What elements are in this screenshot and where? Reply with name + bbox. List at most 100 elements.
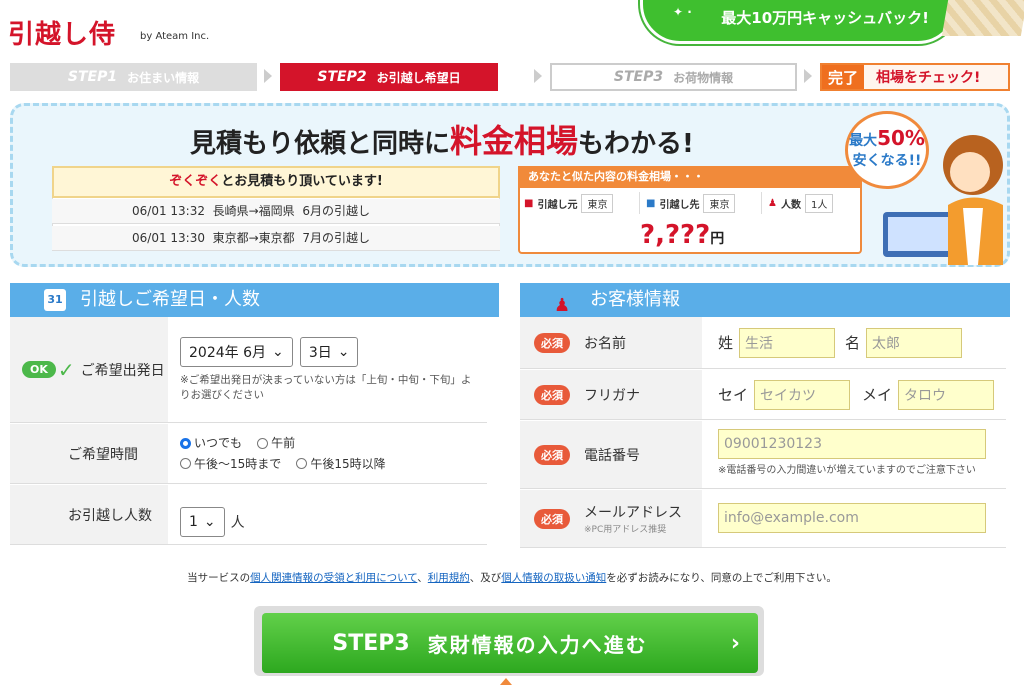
year-month-select[interactable]: 2024年 6月 ⌄ (180, 337, 293, 367)
people-row: お引越し人数 1 ⌄ 人 (10, 485, 487, 545)
step-1-sub: お住まい情報 (127, 70, 200, 85)
email-input[interactable]: info@example.com (718, 503, 986, 533)
cta-step: STEP3 (332, 630, 410, 656)
tel-input-cell: 09001230123 ※電話番号の入力間違いが増えていますのでご注意下さい (702, 421, 986, 488)
next-step-button[interactable]: STEP3 家財情報の入力へ進む › (262, 613, 758, 673)
ok-badge: OK (22, 361, 56, 378)
scroll-up-icon (500, 678, 512, 685)
rate-from-value: 東京 (581, 193, 614, 213)
rate-to-value: 東京 (703, 193, 736, 213)
last-name-input[interactable]: 生活 (739, 327, 836, 358)
radio-label: いつでも (194, 436, 243, 450)
phone-input[interactable]: 09001230123 (718, 429, 986, 459)
step-3-label: STEP3 (613, 69, 664, 85)
step-complete-badge: 完了 (822, 65, 865, 89)
name-label-cell: 必須 お名前 (520, 317, 702, 368)
check-icon: ✓ (57, 357, 75, 382)
year-month-value: 2024年 6月 (189, 345, 266, 361)
truck-icon: ■ (646, 197, 656, 209)
stream-time: 06/01 13:30 (132, 231, 205, 245)
step-2: STEP2 お引越し希望日 (280, 63, 498, 91)
first-name-kana-input[interactable]: タロウ (898, 379, 995, 410)
required-badge: 必須 (534, 384, 570, 405)
stream-row: 06/01 13:30 東京都→東京都 7月の引越し (52, 226, 500, 251)
date-label-cell: OK ✓ ご希望出発日 (10, 317, 168, 422)
step-1-label: STEP1 (67, 69, 118, 85)
name-inputs: 姓 生活 名 太郎 (702, 317, 963, 368)
date-label: ご希望出発日 (80, 362, 165, 379)
stream-month: 7月の引越し (302, 231, 370, 245)
cashback-banner[interactable]: ✦ · 最大10万円キャッシュバック! (640, 0, 958, 44)
name-row: 必須 お名前 姓 生活 名 太郎 (520, 317, 1006, 369)
radio-morning[interactable]: 午前 (257, 433, 295, 453)
agreement-post: を必ずお読みになり、同意の上でご利用下さい。 (606, 572, 837, 584)
step-3-sub: お荷物情報 (673, 70, 734, 85)
mail-row: 必須 メールアドレス ※PC用アドレス推奨 info@example.com (520, 490, 1006, 548)
day-select[interactable]: 3日 ⌄ (299, 337, 359, 367)
person-icon: ♟ (768, 197, 777, 209)
stream-head-red: ぞくぞく (169, 174, 222, 189)
badge-top: 最大 (849, 133, 878, 149)
tel-row: 必須 電話番号 09001230123 ※電話番号の入力間違いが増えていますのでご… (520, 421, 1006, 489)
step-arrow-icon (804, 69, 812, 83)
rate-people: ♟ 人数 1人 (768, 192, 858, 214)
cashback-text: 最大10万円キャッシュバック! (721, 9, 929, 27)
mail-input-cell: info@example.com (702, 490, 986, 547)
step-2-label: STEP2 (317, 69, 367, 85)
people-label: お引越し人数 (10, 485, 168, 544)
step-complete-label: 相場をチェック! (876, 70, 981, 86)
stream-time: 06/01 13:32 (132, 204, 205, 218)
privacy-related-link[interactable]: 個人関連情報の受領と利用について (250, 572, 417, 584)
agreement-pre: 当サービスの (187, 572, 251, 584)
time-row: ご希望時間 いつでも 午前 午後～15時まで 午後15時以降 (10, 424, 487, 484)
step-arrow-icon (264, 69, 272, 83)
date-row: OK ✓ ご希望出発日 2024年 6月 ⌄ 3日 ⌄ ※ご希望出発日が決まっていな… (10, 317, 487, 423)
cta-text: 家財情報の入力へ進む (427, 632, 648, 657)
agreement-text: 当サービスの個人関連情報の受領と利用について、利用規約、及び個人情報の取扱い通知… (0, 570, 1024, 585)
sparkle-icon: ✦ · (673, 5, 692, 19)
required-badge: 必須 (534, 508, 570, 529)
schedule-section-header: 31 引越しご希望日・人数 (10, 283, 499, 317)
stream-route: 東京都→東京都 (212, 231, 295, 245)
mei-label: 名 (845, 334, 861, 352)
hero-title-a: 見積もり依頼と同時に (190, 129, 451, 159)
date-note: ※ご希望出発日が決まっていない方は「上旬・中旬・下旬」よりお選びください (180, 374, 472, 401)
step-3: STEP3 お荷物情報 (550, 63, 797, 91)
estimate-stream-header: ぞくぞくとお見積もり頂いています! (52, 166, 500, 198)
time-options: いつでも 午前 午後～15時まで 午後15時以降 (168, 424, 396, 483)
rate-from-label: 引越し元 (537, 199, 578, 211)
hero-title-b: もわかる! (578, 129, 694, 159)
money-image (941, 0, 1024, 36)
radio-anytime[interactable]: いつでも (180, 433, 242, 453)
tel-label-cell: 必須 電話番号 (520, 421, 702, 488)
stream-month: 6月の引越し (302, 204, 370, 218)
date-input-cell: 2024年 6月 ⌄ 3日 ⌄ ※ご希望出発日が決まっていない方は「上旬・中旬・下旬… (168, 317, 480, 422)
mail-sub: ※PC用アドレス推奨 (584, 525, 667, 535)
day-value: 3日 (308, 345, 332, 361)
tel-note: ※電話番号の入力間違いが増えていますのでご注意下さい (718, 465, 976, 476)
required-badge: 必須 (534, 332, 570, 353)
required-badge: 必須 (534, 444, 570, 465)
name-label: お名前 (584, 335, 626, 352)
kana-label: フリガナ (584, 387, 640, 404)
last-name-kana-input[interactable]: セイカツ (754, 379, 851, 410)
radio-afternoon-late[interactable]: 午後15時以降 (296, 454, 386, 474)
truck-icon: ■ (524, 197, 534, 209)
radio-afternoon-early[interactable]: 午後～15時まで (180, 454, 281, 474)
radio-circle (180, 458, 191, 469)
terms-link[interactable]: 利用規約 (428, 572, 470, 584)
site-logo[interactable]: 引越し侍 (8, 14, 116, 51)
rate-price-unit: 円 (710, 231, 725, 247)
sei-label: 姓 (718, 334, 734, 352)
customer-title: お客様情報 (590, 289, 680, 310)
people-value: 1 (189, 514, 198, 530)
hero-title-highlight: 料金相場 (450, 122, 579, 160)
first-name-input[interactable]: 太郎 (866, 327, 963, 358)
stream-head-text: とお見積もり頂いています! (221, 174, 383, 189)
stream-route: 長崎県→福岡県 (212, 204, 295, 218)
agreement-sep: 、 (417, 572, 428, 584)
people-select[interactable]: 1 ⌄ (180, 507, 225, 537)
kana-label-cell: 必須 フリガナ (520, 370, 702, 419)
privacy-notice-link[interactable]: 個人情報の取扱い通知 (501, 572, 606, 584)
hero-title: 見積もり依頼と同時に料金相場もわかる! (190, 116, 694, 162)
